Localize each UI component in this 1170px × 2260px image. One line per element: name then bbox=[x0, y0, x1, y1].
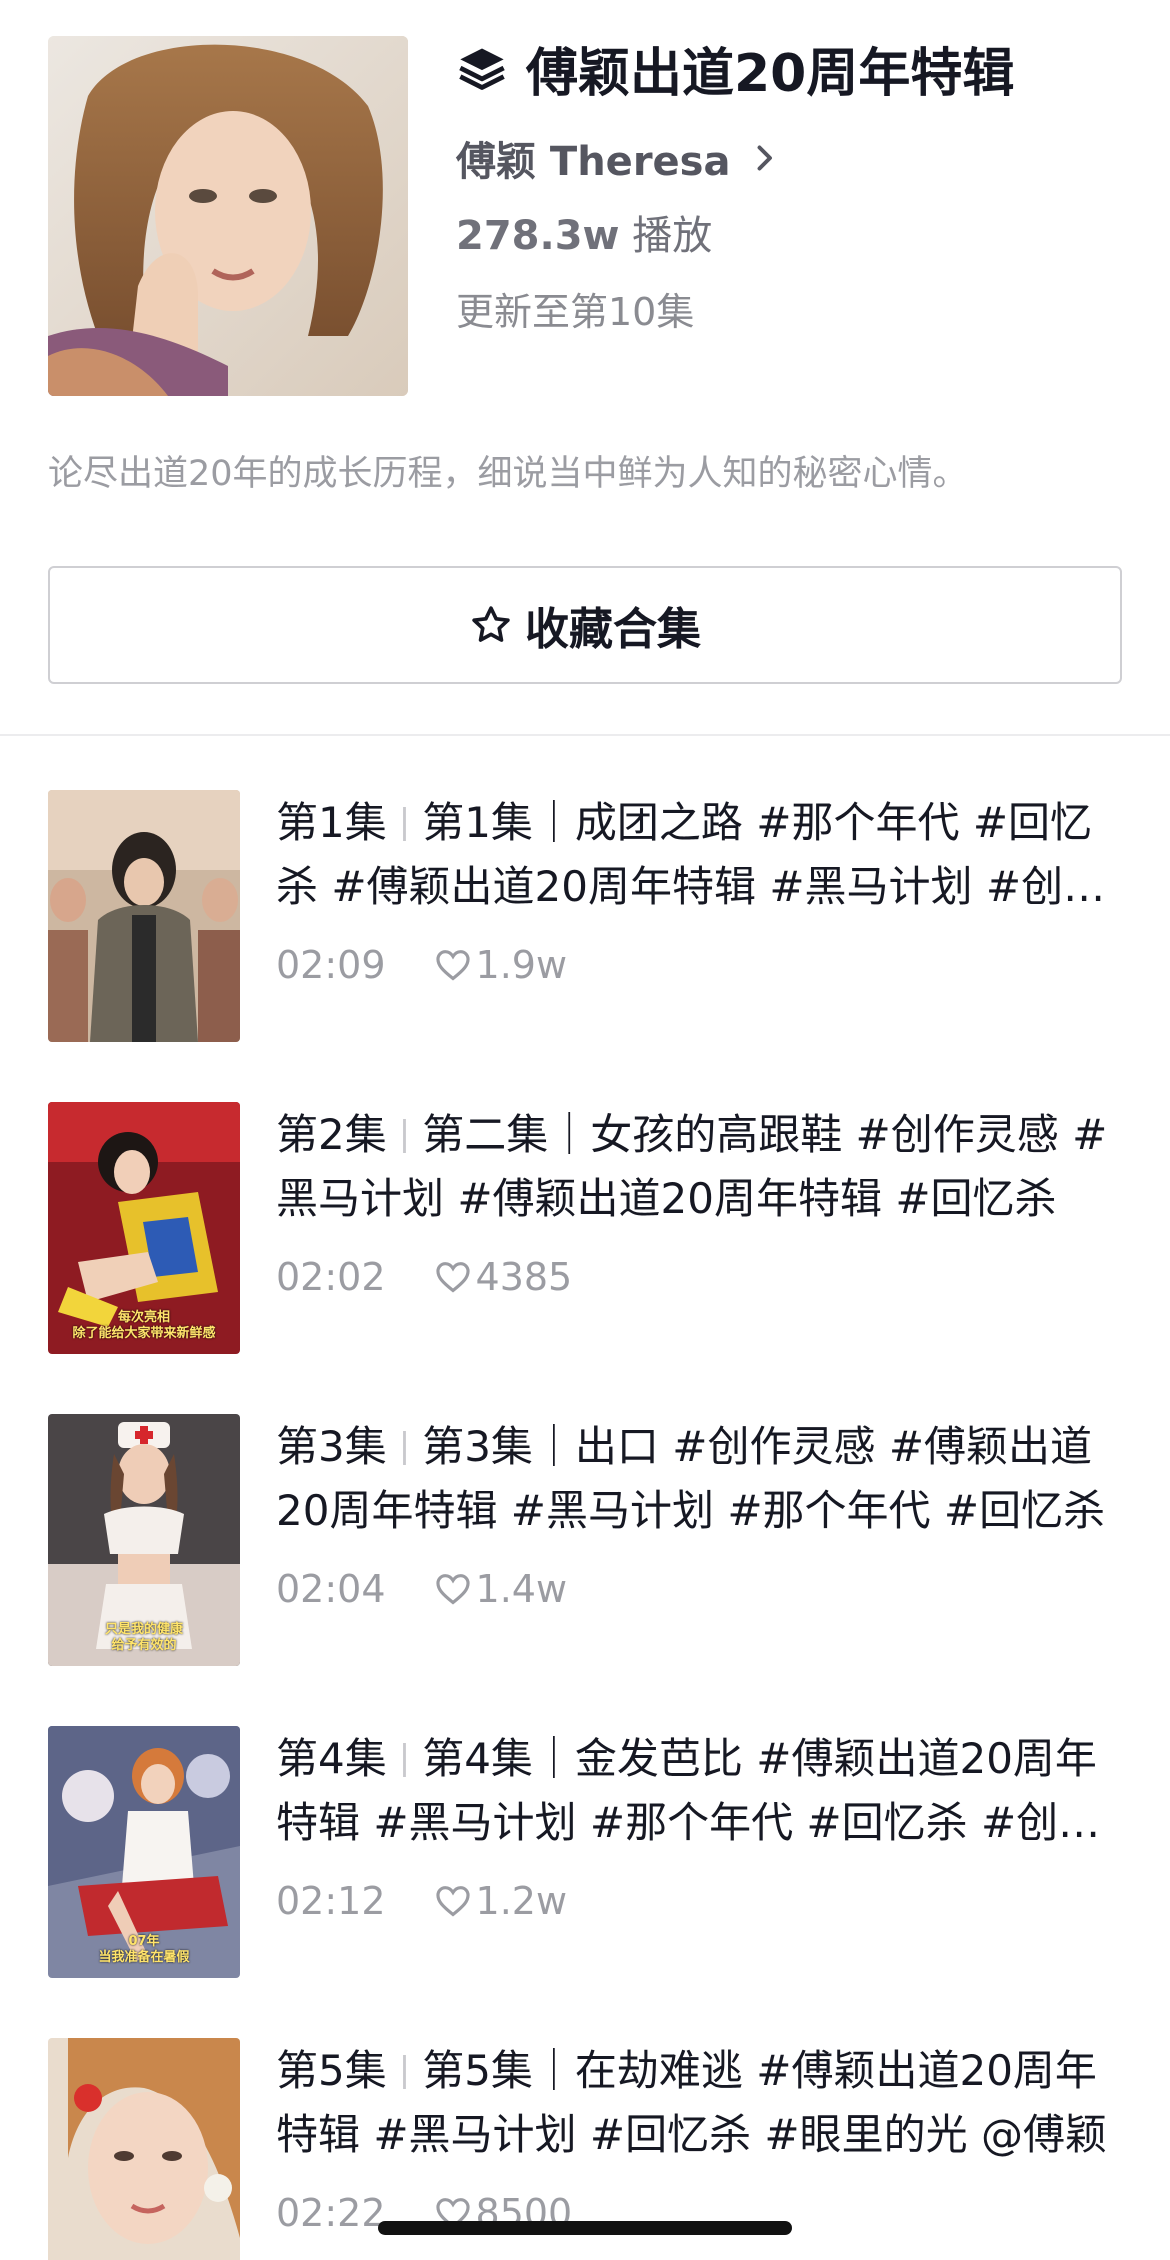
episode-duration: 02:12 bbox=[276, 1879, 386, 1923]
heart-outline-icon bbox=[435, 950, 470, 981]
episode-number: 第3集 bbox=[276, 1422, 387, 1471]
episode-item[interactable]: 只是我的健康 给予有效的 第3集 | 第3集｜出口 #创作灵感 #傅颖出道20周年特… bbox=[48, 1414, 1122, 1666]
title-separator: | bbox=[398, 1114, 411, 1154]
heart-outline-icon bbox=[435, 1262, 470, 1293]
layers-icon bbox=[459, 48, 505, 90]
episode-title[interactable]: 第4集 | 第4集｜金发芭比 #傅颖出道20周年特辑 #黑马计划 #那个年代 #回忆… bbox=[276, 1726, 1122, 1854]
album-title-row: 傅颖出道20周年特辑 bbox=[456, 36, 1122, 104]
album-page: 傅颖出道20周年特辑 傅颖 Theresa 278.3w 播放 更新至第10集 … bbox=[0, 0, 1170, 2260]
episode-number: 第4集 bbox=[276, 1734, 387, 1783]
episode-thumbnail[interactable]: 07年 当我准备在暑假 bbox=[48, 1726, 240, 1978]
collect-button-label: 收藏合集 bbox=[525, 604, 701, 655]
episode-duration: 02:09 bbox=[276, 943, 386, 987]
episode-item[interactable]: 07年 当我准备在暑假 第4集 | 第4集｜金发芭比 #傅颖出道20周年特辑 #黑马… bbox=[48, 1726, 1122, 1978]
episode-title[interactable]: 第5集 | 第5集｜在劫难逃 #傅颖出道20周年特辑 #黑马计划 #回忆杀 #眼里的… bbox=[276, 2038, 1122, 2166]
cover-portrait-illustration bbox=[48, 36, 408, 396]
episode-thumbnail[interactable]: 只是我的健康 给予有效的 bbox=[48, 1414, 240, 1666]
episode-info: 第5集 | 第5集｜在劫难逃 #傅颖出道20周年特辑 #黑马计划 #回忆杀 #眼里的… bbox=[276, 2038, 1122, 2238]
episode-likes: 1.9w bbox=[475, 943, 568, 987]
thumbnail-caption: 每次亮相 除了能给大家带来新鲜感 bbox=[72, 1310, 216, 1341]
play-count-label: 播放 bbox=[632, 213, 713, 259]
episode-info: 第1集 | 第1集｜成团之路 #那个年代 #回忆杀 #傅颖出道20周年特辑 #黑马计… bbox=[276, 790, 1122, 990]
author-link[interactable]: 傅颖 Theresa bbox=[456, 132, 1122, 185]
author-name: 傅颖 Theresa bbox=[456, 139, 731, 185]
heart-outline-icon bbox=[435, 1886, 470, 1917]
episode-item[interactable]: 每次亮相 除了能给大家带来新鲜感 第2集 | 第二集｜女孩的高跟鞋 #创作灵感 #黑… bbox=[48, 1102, 1122, 1354]
play-count: 278.3w 播放 bbox=[456, 210, 1122, 262]
episode-item[interactable]: 第1集 | 第1集｜成团之路 #那个年代 #回忆杀 #傅颖出道20周年特辑 #黑马计… bbox=[48, 790, 1122, 1042]
episode-meta: 02:02 4385 bbox=[276, 1252, 1122, 1302]
episode-info: 第4集 | 第4集｜金发芭比 #傅颖出道20周年特辑 #黑马计划 #那个年代 #回忆… bbox=[276, 1726, 1122, 1926]
thumbnail-illustration bbox=[48, 790, 240, 1042]
episode-duration: 02:02 bbox=[276, 1255, 386, 1299]
episode-likes: 1.4w bbox=[475, 1567, 568, 1611]
album-description: 论尽出道20年的成长历程，细说当中鲜为人知的秘密心情。 bbox=[48, 454, 968, 494]
episode-meta: 02:04 1.4w bbox=[276, 1564, 1122, 1614]
title-separator: | bbox=[398, 802, 411, 842]
episode-thumbnail[interactable]: 每次亮相 除了能给大家带来新鲜感 bbox=[48, 1102, 240, 1354]
thumbnail-caption: 07年 当我准备在暑假 bbox=[98, 1934, 190, 1965]
title-separator: | bbox=[398, 1738, 411, 1778]
episode-title[interactable]: 第1集 | 第1集｜成团之路 #那个年代 #回忆杀 #傅颖出道20周年特辑 #黑马计… bbox=[276, 790, 1122, 918]
thumbnail-illustration bbox=[48, 2038, 240, 2260]
episode-info: 第3集 | 第3集｜出口 #创作灵感 #傅颖出道20周年特辑 #黑马计划 #那个年代… bbox=[276, 1414, 1122, 1614]
episode-title[interactable]: 第2集 | 第二集｜女孩的高跟鞋 #创作灵感 #黑马计划 #傅颖出道20周年特辑 #… bbox=[276, 1102, 1122, 1230]
episode-duration: 02:04 bbox=[276, 1567, 386, 1611]
episode-info: 第2集 | 第二集｜女孩的高跟鞋 #创作灵感 #黑马计划 #傅颖出道20周年特辑 #… bbox=[276, 1102, 1122, 1302]
episode-number: 第2集 bbox=[276, 1110, 387, 1159]
episode-title[interactable]: 第3集 | 第3集｜出口 #创作灵感 #傅颖出道20周年特辑 #黑马计划 #那个年代… bbox=[276, 1414, 1122, 1542]
episode-number: 第5集 bbox=[276, 2046, 387, 2095]
episode-likes: 1.2w bbox=[475, 1879, 568, 1923]
heart-outline-icon bbox=[435, 1574, 470, 1605]
episode-number: 第1集 bbox=[276, 798, 387, 847]
album-title: 傅颖出道20周年特辑 bbox=[526, 43, 1015, 104]
album-header: 傅颖出道20周年特辑 傅颖 Theresa 278.3w 播放 更新至第10集 bbox=[48, 36, 1122, 396]
episode-meta: 02:12 1.2w bbox=[276, 1876, 1122, 1926]
chevron-right-icon bbox=[758, 145, 773, 171]
episode-likes: 4385 bbox=[475, 1255, 573, 1299]
star-outline-icon bbox=[472, 606, 510, 642]
thumbnail-caption: 只是我的健康 给予有效的 bbox=[104, 1622, 183, 1653]
episode-thumbnail[interactable] bbox=[48, 790, 240, 1042]
album-cover-image[interactable] bbox=[48, 36, 408, 396]
title-separator: | bbox=[398, 1426, 411, 1466]
episode-duration: 02:22 bbox=[276, 2191, 386, 2235]
section-divider bbox=[0, 734, 1170, 736]
collect-album-button[interactable]: 收藏合集 bbox=[48, 566, 1122, 684]
episode-meta: 02:09 1.9w bbox=[276, 940, 1122, 990]
update-status: 更新至第10集 bbox=[456, 290, 695, 334]
title-separator: | bbox=[398, 2050, 411, 2090]
home-indicator[interactable] bbox=[378, 2221, 792, 2235]
play-count-number: 278.3w bbox=[456, 213, 620, 259]
album-info: 傅颖出道20周年特辑 傅颖 Theresa 278.3w 播放 更新至第10集 bbox=[456, 36, 1122, 338]
episode-thumbnail[interactable] bbox=[48, 2038, 240, 2260]
